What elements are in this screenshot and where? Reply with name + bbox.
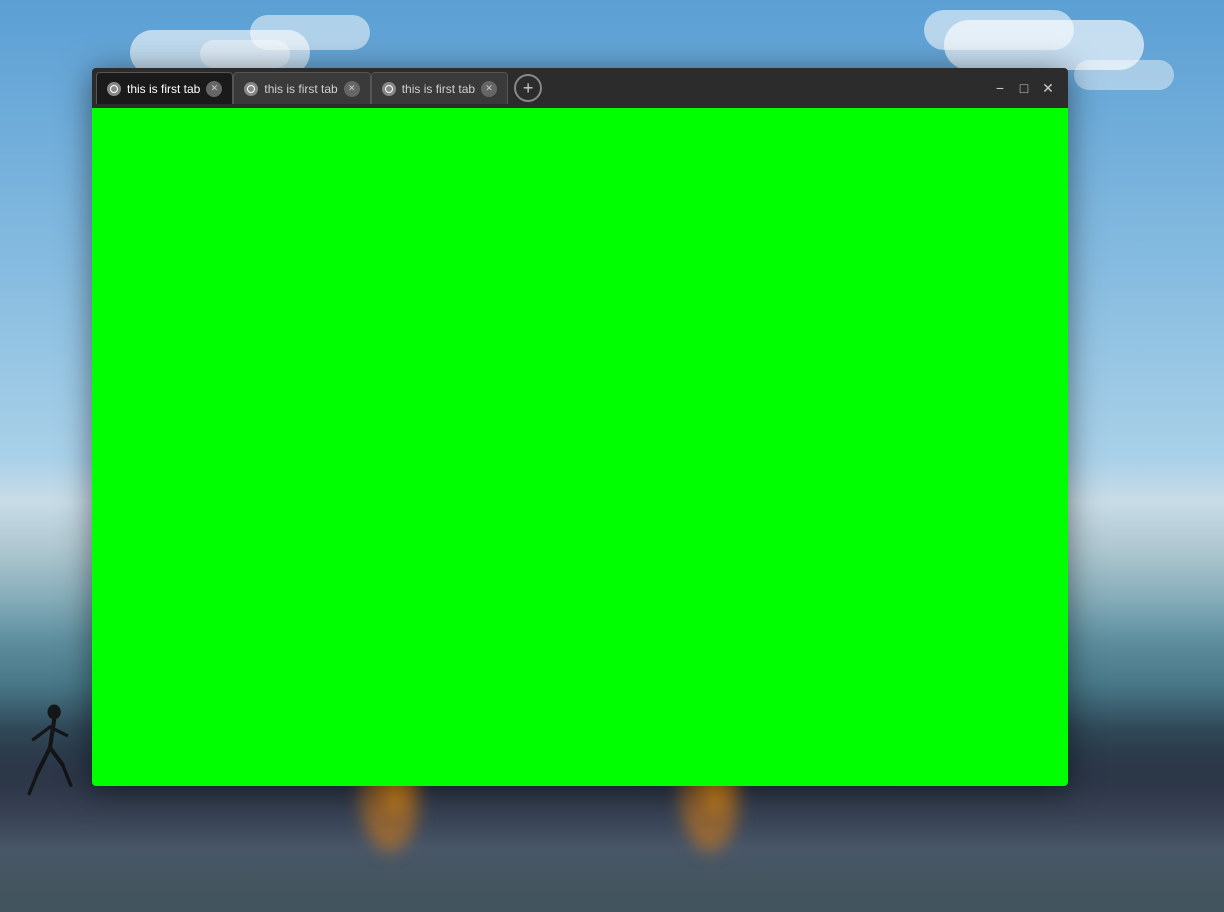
tab-2[interactable]: this is first tab ✕ (233, 72, 370, 104)
browser-content (92, 108, 1068, 786)
runner-silhouette (20, 702, 80, 802)
title-bar: this is first tab ✕ this is first tab ✕ … (92, 68, 1068, 108)
tab-3-close-button[interactable]: ✕ (481, 81, 497, 97)
tab-1[interactable]: this is first tab ✕ (96, 72, 233, 104)
cloud-6 (1074, 60, 1174, 90)
tab-2-close-button[interactable]: ✕ (344, 81, 360, 97)
tab-3-favicon (382, 82, 396, 96)
browser-window: this is first tab ✕ this is first tab ✕ … (92, 68, 1068, 786)
tab-2-favicon (244, 82, 258, 96)
tab-3[interactable]: this is first tab ✕ (371, 72, 508, 104)
tab-1-favicon (107, 82, 121, 96)
tab-3-label: this is first tab (402, 82, 475, 96)
tab-1-label: this is first tab (127, 82, 200, 96)
tab-2-label: this is first tab (264, 82, 337, 96)
minimize-button[interactable]: − (992, 80, 1008, 96)
cloud-5 (924, 10, 1074, 50)
new-tab-button[interactable]: + (514, 74, 542, 102)
maximize-button[interactable]: □ (1016, 80, 1032, 96)
window-controls: − □ ✕ (992, 80, 1064, 96)
cloud-3 (200, 40, 290, 68)
close-button[interactable]: ✕ (1040, 80, 1056, 96)
tab-1-close-button[interactable]: ✕ (206, 81, 222, 97)
